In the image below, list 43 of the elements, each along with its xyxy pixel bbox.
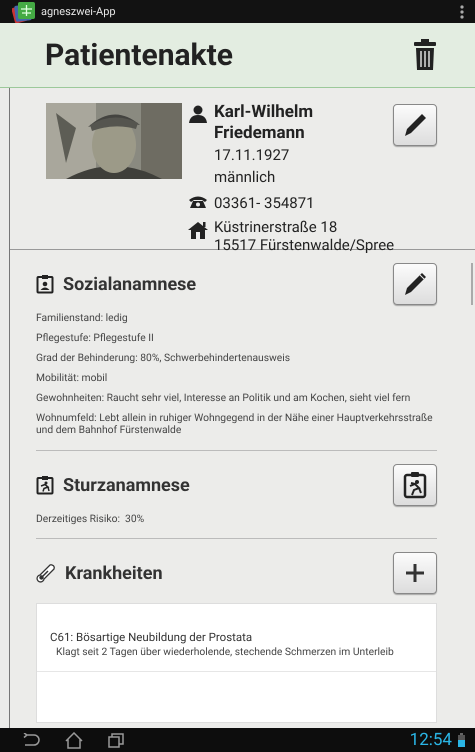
pencil-icon <box>402 271 428 297</box>
clock-time: 12:54 <box>410 730 452 750</box>
app-logo-icon <box>12 0 36 22</box>
home-icon[interactable] <box>65 732 83 748</box>
clipboard-falling-person-icon <box>402 471 428 499</box>
section-title: Sturzanamnese <box>63 474 191 496</box>
info-line: Derzeitiges Risiko: 30% <box>36 513 146 525</box>
battery-icon <box>458 733 465 747</box>
trash-icon[interactable] <box>413 39 437 71</box>
gender: männlich <box>214 167 276 188</box>
patient-name: Karl-Wilhelm Friedemann <box>214 102 314 144</box>
overflow-menu-icon[interactable] <box>460 4 464 18</box>
section-title: Krankheiten <box>65 562 164 584</box>
info-line: Gewohnheiten: Raucht sehr viel, Interesse an Politik und am Kochen, sieht viel fern <box>36 392 412 404</box>
info-line: Familienstand: ledig <box>36 312 129 324</box>
phone-number: 03361- 354871 <box>214 193 315 214</box>
telephone-icon <box>188 195 208 209</box>
clipboard-falling-person-icon <box>36 475 54 495</box>
house-icon <box>188 221 208 239</box>
info-line: Mobilität: mobil <box>36 372 108 384</box>
edit-button[interactable] <box>393 263 437 305</box>
clipboard-person-icon <box>36 274 54 294</box>
pencil-icon <box>402 112 428 138</box>
info-line: Pflegestufe: Pflegestufe II <box>36 332 155 344</box>
info-line: Grad der Behinderung: 80%, Schwerbehindertenausweis <box>36 352 292 364</box>
back-icon[interactable] <box>22 733 40 747</box>
edit-button[interactable] <box>393 104 437 146</box>
disease-note: Klagt seit 2 Tagen über wiederholende, stechende Schmerzen im Unterleib <box>56 645 394 658</box>
plus-icon <box>405 563 425 583</box>
address-line: 15517 Fürstenwalde/Spree <box>214 236 394 254</box>
scrollbar <box>471 263 473 305</box>
page-title: Patientenakte <box>45 38 234 72</box>
section-title: Sozialanamnese <box>63 274 198 294</box>
add-button[interactable] <box>393 552 437 594</box>
disease-title[interactable]: C61: Bösartige Neubildung der Prostata <box>50 630 252 645</box>
recent-apps-icon[interactable] <box>108 732 124 748</box>
thermometer-icon <box>36 563 56 583</box>
fall-report-button[interactable] <box>393 464 437 506</box>
person-icon <box>188 105 208 123</box>
address-line: Küstrinerstraße 18 <box>214 218 338 236</box>
info-line: Wohnumfeld: Lebt allein in ruhiger Wohngegend in der Nähe einer Hauptverkehrsstraße und dem Bahnhof Fürstenwalde <box>36 412 434 436</box>
app-title: agneszwei-App <box>41 5 116 18</box>
birth-date: 17.11.1927 <box>214 145 290 166</box>
